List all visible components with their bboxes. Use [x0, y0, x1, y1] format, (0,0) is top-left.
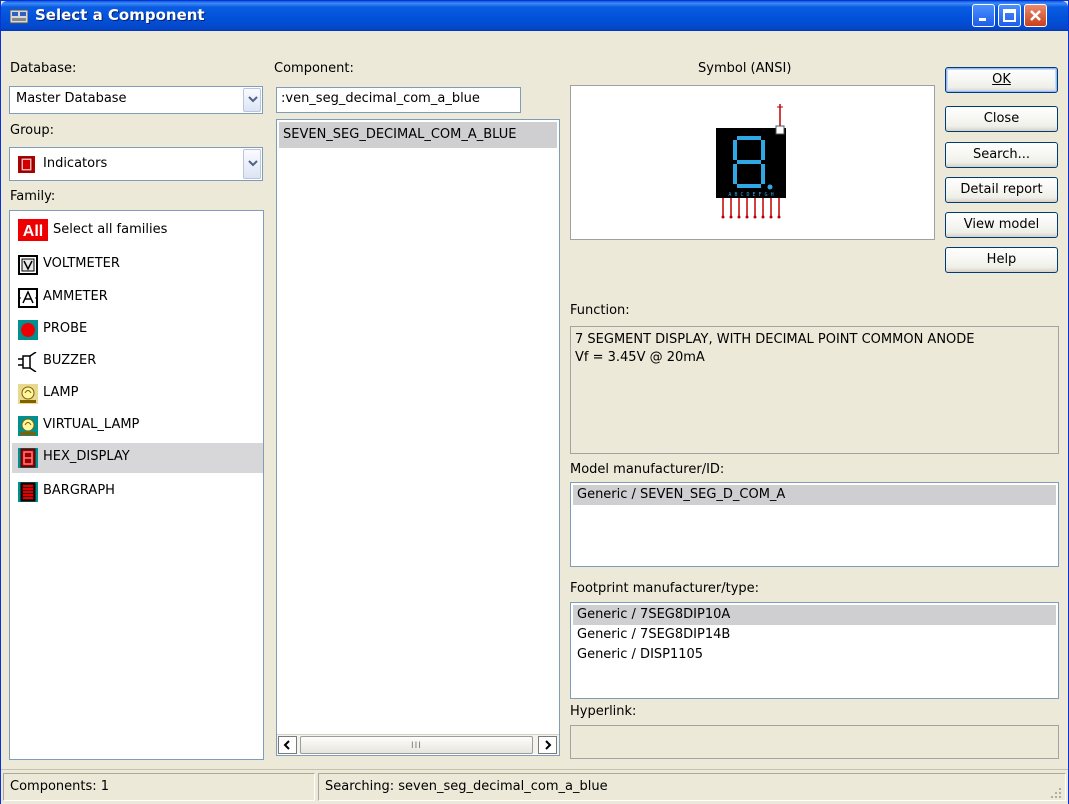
lamp-icon	[18, 384, 38, 404]
close-icon	[1030, 10, 1041, 21]
family-item-label: Select all families	[53, 222, 168, 237]
help-button-label: Help	[986, 252, 1017, 267]
component-label: Component:	[274, 61, 354, 76]
minimize-icon	[979, 18, 986, 21]
component-app-icon	[10, 9, 28, 24]
chevron-left-icon	[283, 740, 290, 750]
seven-segment-symbol-icon: A B C D E F G H	[716, 104, 786, 219]
database-label: Database:	[10, 61, 77, 76]
search-button-label: Search...	[972, 147, 1031, 162]
model-list[interactable]: Generic / SEVEN_SEG_D_COM_A	[570, 482, 1059, 567]
search-button[interactable]: Search...	[945, 142, 1058, 168]
family-item-label: LAMP	[43, 385, 79, 400]
model-label: Model manufacturer/ID:	[570, 462, 725, 477]
detail-report-button[interactable]: Detail report	[945, 177, 1058, 203]
family-label: Family:	[10, 189, 56, 204]
resize-grip-icon[interactable]	[1049, 786, 1063, 800]
bargraph-icon	[18, 482, 38, 502]
close-window-button[interactable]	[1024, 4, 1047, 27]
function-text: 7 SEGMENT DISPLAY, WITH DECIMAL POINT CO…	[575, 332, 975, 365]
buzzer-icon	[18, 352, 37, 372]
title-bar[interactable]: Select a Component	[1, 1, 1068, 31]
hyperlink-label: Hyperlink:	[570, 704, 637, 719]
family-item-ammeter[interactable]: AMMETER	[18, 283, 254, 313]
family-item-lamp[interactable]: LAMP	[18, 379, 254, 409]
database-value: Master Database	[16, 91, 127, 106]
close-button-label: Close	[983, 111, 1020, 126]
ammeter-icon	[18, 288, 38, 308]
chevron-down-icon	[248, 160, 258, 167]
family-item-label: VIRTUAL_LAMP	[43, 417, 140, 432]
chevron-down-icon	[248, 96, 258, 103]
group-label: Group:	[10, 123, 54, 138]
component-search-value: :ven_seg_decimal_com_a_blue	[281, 91, 480, 106]
minimize-button[interactable]	[972, 4, 995, 27]
database-dropdown-button[interactable]	[243, 88, 261, 112]
all-families-icon: All	[18, 219, 48, 241]
detail-report-button-label: Detail report	[960, 182, 1043, 197]
symbol-preview: A B C D E F G H	[570, 85, 935, 240]
scroll-left-button[interactable]	[278, 736, 297, 754]
list-item[interactable]: Generic / 7SEG8DIP14B	[573, 625, 1056, 645]
close-button[interactable]: Close	[945, 106, 1058, 132]
symbol-label: Symbol (ANSI)	[698, 61, 792, 76]
family-item-all[interactable]: All Select all families	[18, 216, 254, 246]
database-select[interactable]: Master Database	[9, 86, 263, 114]
maximize-icon	[1003, 9, 1016, 22]
select-component-dialog: Select a Component Database: Master Data…	[0, 0, 1069, 804]
group-select[interactable]: Indicators	[9, 147, 263, 181]
function-panel: 7 SEGMENT DISPLAY, WITH DECIMAL POINT CO…	[570, 326, 1059, 454]
footprint-label: Footprint manufacturer/type:	[570, 581, 760, 596]
list-item[interactable]: Generic / DISP1105	[573, 645, 1056, 665]
hyperlink-field[interactable]	[570, 725, 1059, 759]
view-model-button[interactable]: View model	[945, 212, 1058, 238]
scroll-right-button[interactable]	[538, 736, 557, 754]
component-search-input[interactable]: :ven_seg_decimal_com_a_blue	[276, 87, 521, 113]
all-families-icon-text: All	[23, 223, 43, 240]
family-item-label: HEX_DISPLAY	[43, 449, 130, 464]
indicators-icon	[18, 156, 35, 173]
help-button[interactable]: Help	[945, 247, 1058, 273]
component-list[interactable]: SEVEN_SEG_DECIMAL_COM_A_BLUE III	[276, 119, 560, 756]
component-list-hscrollbar[interactable]: III	[277, 734, 559, 754]
status-components: Components: 1	[10, 779, 110, 794]
family-item-label: AMMETER	[43, 289, 108, 304]
chevron-right-icon	[545, 740, 552, 750]
family-item-voltmeter[interactable]: VOLTMETER	[18, 250, 254, 280]
family-item-probe[interactable]: PROBE	[18, 315, 254, 345]
family-item-bargraph[interactable]: BARGRAPH	[18, 477, 254, 507]
footprint-list[interactable]: Generic / 7SEG8DIP10A Generic / 7SEG8DIP…	[570, 602, 1059, 699]
list-item[interactable]: Generic / SEVEN_SEG_D_COM_A	[573, 485, 1056, 505]
scroll-thumb[interactable]: III	[300, 736, 533, 754]
virtual-lamp-icon	[18, 416, 38, 436]
voltmeter-icon	[18, 255, 38, 275]
symbol-pin-text: A B C D E F G H	[728, 192, 773, 198]
list-item[interactable]: SEVEN_SEG_DECIMAL_COM_A_BLUE	[279, 122, 557, 148]
family-item-buzzer[interactable]: BUZZER	[18, 347, 254, 377]
group-dropdown-button[interactable]	[243, 149, 261, 179]
maximize-button[interactable]	[998, 4, 1021, 27]
ok-button-label: OK	[992, 72, 1011, 87]
family-item-label: BUZZER	[43, 353, 97, 368]
scroll-grip: III	[411, 741, 422, 751]
family-item-hex-display[interactable]: HEX_DISPLAY	[12, 443, 263, 473]
group-value: Indicators	[43, 156, 108, 171]
status-searching-cell: Searching: seven_seg_decimal_com_a_blue	[318, 773, 1066, 801]
status-components-cell: Components: 1	[3, 773, 315, 801]
status-searching: Searching: seven_seg_decimal_com_a_blue	[325, 779, 608, 794]
view-model-button-label: View model	[963, 217, 1040, 232]
function-label: Function:	[570, 303, 630, 318]
family-list[interactable]: All Select all families VOLTMETER AMMETE…	[9, 210, 264, 760]
ok-button[interactable]: OK	[945, 67, 1058, 93]
window-title: Select a Component	[35, 6, 205, 24]
family-item-label: BARGRAPH	[43, 483, 115, 498]
family-item-virtual-lamp[interactable]: VIRTUAL_LAMP	[18, 411, 254, 441]
status-bar: Components: 1 Searching: seven_seg_decim…	[1, 769, 1068, 804]
family-item-label: PROBE	[43, 321, 88, 336]
hex-display-icon	[18, 448, 38, 468]
probe-icon	[18, 320, 38, 340]
family-item-label: VOLTMETER	[43, 256, 120, 271]
list-item[interactable]: Generic / 7SEG8DIP10A	[573, 605, 1056, 625]
